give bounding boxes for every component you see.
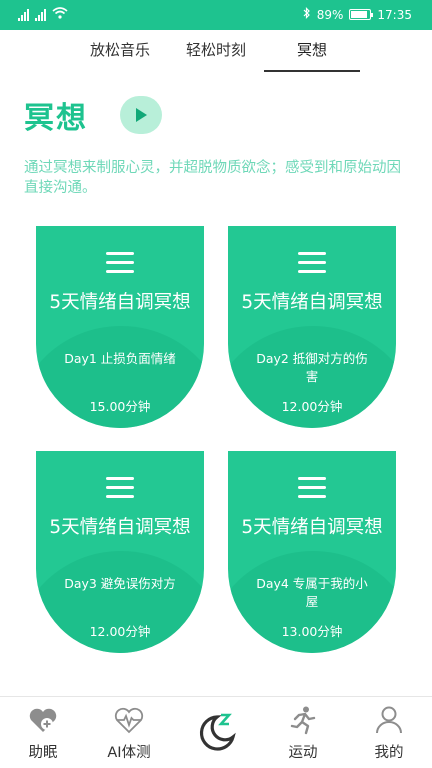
card-duration: 13.00分钟: [281, 624, 343, 639]
tab-bar: 放松音乐 轻松时刻 冥想: [0, 30, 432, 74]
meditation-card[interactable]: 5天情绪自调冥想 Day1 止损负面情绪 15.00分钟: [36, 226, 204, 428]
nav-label: AI体测: [107, 745, 151, 761]
moon-sleep-icon: [199, 713, 236, 751]
nav-label: 助眠: [28, 745, 58, 761]
tab-meditation[interactable]: 冥想: [264, 30, 360, 72]
meditation-card[interactable]: 5天情绪自调冥想 Day2 抵御对方的伤害 12.00分钟: [228, 226, 396, 428]
card-subtitle: Day4 专属于我的小屋: [256, 576, 368, 609]
nav-sleep-aid[interactable]: 助眠: [0, 697, 86, 768]
tab-active-indicator: [264, 70, 360, 72]
nav-label: 我的: [374, 745, 404, 761]
meditation-card[interactable]: 5天情绪自调冥想 Day4 专属于我的小屋 13.00分钟: [228, 451, 396, 653]
card-title: 5天情绪自调冥想: [49, 292, 191, 313]
card-subtitle: Day3 避免误伤对方: [64, 576, 176, 591]
menu-icon: [298, 477, 326, 499]
card-subtitle: Day1 止损负面情绪: [64, 351, 176, 366]
card-title: 5天情绪自调冥想: [241, 517, 383, 538]
heart-plus-icon: [29, 708, 57, 732]
card-duration: 15.00分钟: [89, 399, 151, 414]
nav-sleep[interactable]: [173, 697, 259, 768]
card-title: 5天情绪自调冥想: [49, 517, 191, 538]
status-bar: 89% 17:35: [0, 0, 432, 30]
menu-icon: [298, 252, 326, 274]
card-title: 5天情绪自调冥想: [241, 292, 383, 313]
battery-percent: 89%: [316, 7, 344, 22]
clock: 17:35: [377, 7, 412, 22]
meditation-card[interactable]: 5天情绪自调冥想 Day3 避免误伤对方 12.00分钟: [36, 451, 204, 653]
play-icon: [136, 108, 147, 122]
menu-icon: [106, 252, 134, 274]
play-button[interactable]: [120, 96, 162, 134]
nav-mine[interactable]: 我的: [346, 697, 432, 768]
tab-easy-moment[interactable]: 轻松时刻: [174, 30, 258, 72]
tab-relax-music[interactable]: 放松音乐: [78, 30, 162, 72]
card-duration: 12.00分钟: [89, 624, 151, 639]
user-icon: [376, 706, 402, 734]
page-title: 冥想: [24, 101, 88, 136]
cell-signal-icon: [35, 8, 46, 21]
title-row: 冥想: [24, 95, 88, 136]
heartbeat-icon: [114, 707, 144, 734]
running-icon: [290, 706, 316, 735]
menu-icon: [106, 477, 134, 499]
bluetooth-icon: [303, 7, 311, 22]
wifi-icon: [52, 7, 68, 22]
nav-sport[interactable]: 运动: [260, 697, 346, 768]
cell-signal-icon: [18, 8, 29, 21]
card-duration: 12.00分钟: [281, 399, 343, 414]
battery-icon: [349, 9, 374, 20]
bottom-nav: 助眠 AI体测 运动 我的: [0, 696, 432, 768]
nav-ai-test[interactable]: AI体测: [86, 697, 172, 768]
nav-label: 运动: [288, 745, 318, 761]
page-description: 通过冥想来制服心灵，并超脱物质欲念；感受到和原始动因直接沟通。: [24, 160, 401, 196]
card-subtitle: Day2 抵御对方的伤害: [256, 351, 368, 384]
